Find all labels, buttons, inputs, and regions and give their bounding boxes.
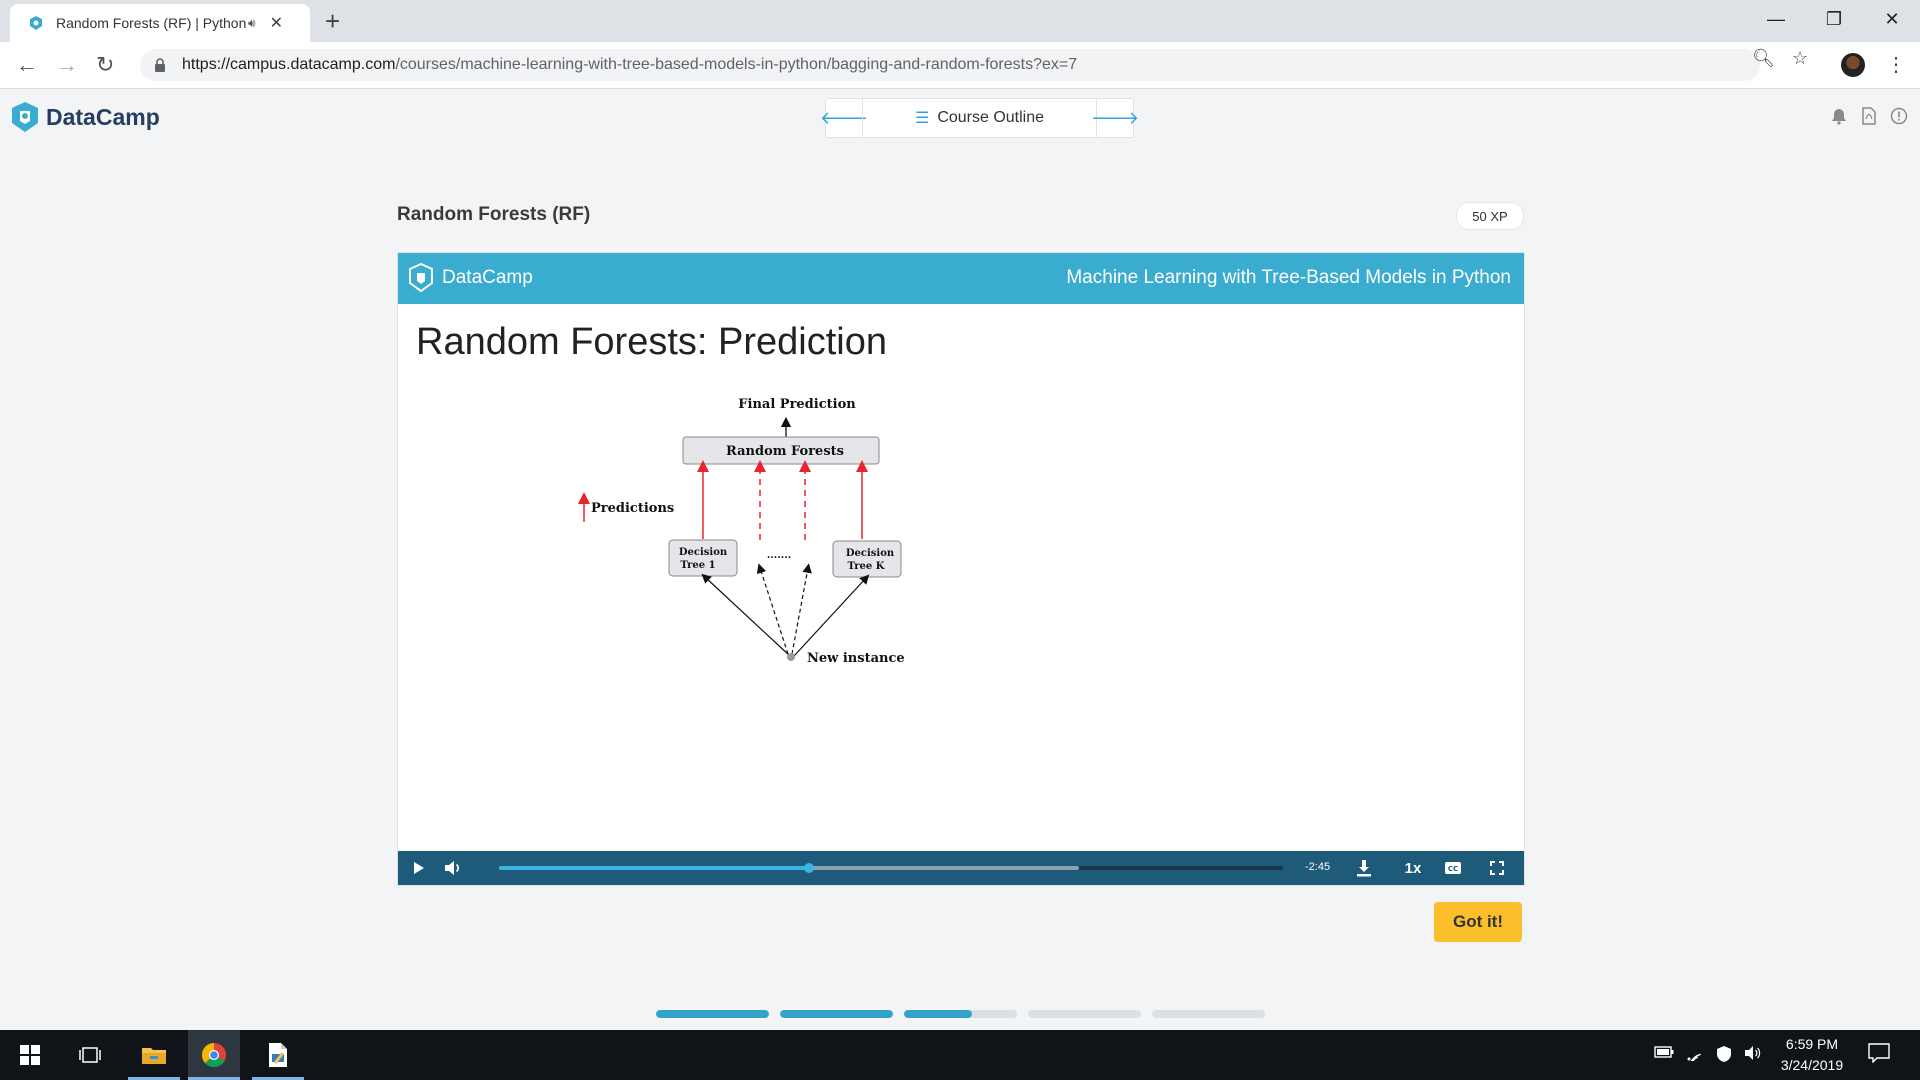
tree1-label-line2: Tree 1 <box>680 560 715 571</box>
wifi-icon[interactable] <box>1686 1045 1704 1066</box>
slide-course-name: Machine Learning with Tree-Based Models … <box>1066 267 1511 288</box>
player-controls: -2:45 1x CC <box>398 851 1524 885</box>
treek-label-line2: Tree K <box>848 561 885 572</box>
xp-badge: 50 XP <box>1456 202 1524 230</box>
security-shield-icon[interactable] <box>1716 1045 1732 1067</box>
url-text: https://campus.datacamp.com/courses/mach… <box>182 56 1077 74</box>
video-progress-knob[interactable] <box>803 863 814 873</box>
chrome-icon[interactable] <box>188 1030 240 1080</box>
forward-icon[interactable]: → <box>56 52 78 78</box>
exercise-title: Random Forests (RF) <box>397 204 591 225</box>
editor-app-icon[interactable] <box>252 1030 304 1080</box>
video-progress-bar[interactable] <box>499 863 1283 873</box>
new-instance-dot <box>787 653 795 661</box>
windows-taskbar: 6:59 PM 3/24/2019 <box>0 1030 1920 1080</box>
video-progress-fill <box>499 866 809 870</box>
datacamp-logo-icon <box>409 263 433 293</box>
system-clock[interactable]: 6:59 PM 3/24/2019 <box>1770 1034 1854 1076</box>
browser-tabstrip: Random Forests (RF) | Python 🔊︎ ✕ + — ❐ … <box>0 0 1920 42</box>
lock-icon <box>155 58 165 72</box>
video-player: DataCamp Machine Learning with Tree-Base… <box>397 252 1525 886</box>
logo-text: DataCamp <box>46 103 160 130</box>
address-bar: ← → ↻ https://campus.datacamp.com/course… <box>0 42 1920 89</box>
report-issue-icon[interactable] <box>1890 107 1908 125</box>
course-outline-button[interactable]: ☰ Course Outline <box>862 99 1097 137</box>
back-icon[interactable]: ← <box>16 52 38 78</box>
slide-logo: DataCamp <box>408 263 533 293</box>
close-window-icon[interactable]: ✕ <box>1864 0 1920 38</box>
datacamp-header: DataCamp 🡐 ☰ Course Outline 🡒 <box>0 89 1920 145</box>
browser-menu-icon[interactable]: ⋮ <box>1886 52 1906 77</box>
reload-icon[interactable]: ↻ <box>96 52 114 78</box>
clock-date: 3/24/2019 <box>1780 1057 1844 1073</box>
hamburger-icon: ☰ <box>914 110 930 127</box>
file-explorer-icon[interactable] <box>128 1030 180 1080</box>
new-tab-button[interactable]: + <box>325 6 340 37</box>
browser-tab[interactable]: Random Forests (RF) | Python 🔊︎ ✕ <box>10 4 310 42</box>
volume-icon[interactable] <box>442 851 464 885</box>
playback-speed-button[interactable]: 1x <box>1398 851 1428 885</box>
bell-icon[interactable] <box>1830 107 1848 125</box>
course-progress-step-fill <box>780 1010 893 1018</box>
slide-brand: DataCamp <box>442 267 533 288</box>
course-outline-label: Course Outline <box>937 109 1045 126</box>
tree-ellipsis: ....... <box>767 550 791 561</box>
svg-text:CC: CC <box>1448 865 1458 873</box>
random-forests-label: Random Forests <box>726 444 844 459</box>
action-center-icon[interactable] <box>1868 1043 1890 1067</box>
course-progress-step-fill <box>904 1010 972 1018</box>
battery-icon[interactable] <box>1654 1045 1674 1062</box>
zoom-icon[interactable]: 🔍︎ <box>1752 48 1775 69</box>
url-host: https://campus.datacamp.com <box>182 56 396 73</box>
slide-banner: DataCamp Machine Learning with Tree-Base… <box>398 253 1524 304</box>
fullscreen-icon[interactable] <box>1486 851 1508 885</box>
minimize-icon[interactable]: — <box>1748 0 1804 38</box>
restore-icon[interactable]: ❐ <box>1806 0 1862 38</box>
url-path: /courses/machine-learning-with-tree-base… <box>395 56 1078 73</box>
time-remaining: -2:45 <box>1305 861 1331 873</box>
tab-close-icon[interactable]: ✕ <box>270 13 283 33</box>
previous-exercise-button[interactable]: 🡐 <box>820 99 868 137</box>
course-progress-step-fill <box>656 1010 769 1018</box>
download-icon[interactable] <box>1353 851 1375 885</box>
tab-title: Random Forests (RF) | Python <box>56 15 246 31</box>
course-progress-step <box>780 1010 893 1018</box>
course-progress-steps <box>656 1010 1265 1018</box>
task-view-icon[interactable] <box>64 1030 116 1080</box>
course-progress-step <box>656 1010 769 1018</box>
final-prediction-label: Final Prediction <box>738 397 856 412</box>
instance-dashed-arrow <box>791 563 812 655</box>
datacamp-logo-icon <box>12 102 38 132</box>
bookmark-star-icon[interactable]: ☆ <box>1792 48 1808 69</box>
captions-icon[interactable]: CC <box>1442 851 1464 885</box>
tree1-label-line1: Decision <box>679 547 728 558</box>
play-icon[interactable] <box>408 851 430 885</box>
next-exercise-button[interactable]: 🡒 <box>1091 99 1139 137</box>
course-progress-step <box>904 1010 1017 1018</box>
treek-label-line1: Decision <box>846 548 895 559</box>
random-forest-diagram: Final Prediction Random Forests Predicti… <box>578 397 905 666</box>
instance-to-treek-arrow <box>793 574 870 657</box>
speaker-icon[interactable]: 🔊︎ <box>248 16 256 31</box>
got-it-button[interactable]: Got it! <box>1434 902 1522 942</box>
instance-to-tree1-arrow <box>701 573 791 657</box>
course-progress-step <box>1028 1010 1141 1018</box>
windows-start-icon[interactable] <box>4 1030 56 1080</box>
course-outline-nav: 🡐 ☰ Course Outline 🡒 <box>820 98 1139 138</box>
url-field[interactable]: https://campus.datacamp.com/courses/mach… <box>140 49 1760 81</box>
pdf-slides-icon[interactable] <box>1860 107 1878 125</box>
datacamp-favicon-icon <box>30 16 42 30</box>
course-progress-step <box>1152 1010 1265 1018</box>
datacamp-logo[interactable]: DataCamp <box>10 101 160 133</box>
new-instance-label: New instance <box>807 651 905 666</box>
profile-avatar[interactable] <box>1841 53 1865 77</box>
clock-time: 6:59 PM <box>1785 1036 1839 1052</box>
volume-tray-icon[interactable] <box>1744 1045 1762 1065</box>
predictions-legend: Predictions <box>591 501 674 516</box>
